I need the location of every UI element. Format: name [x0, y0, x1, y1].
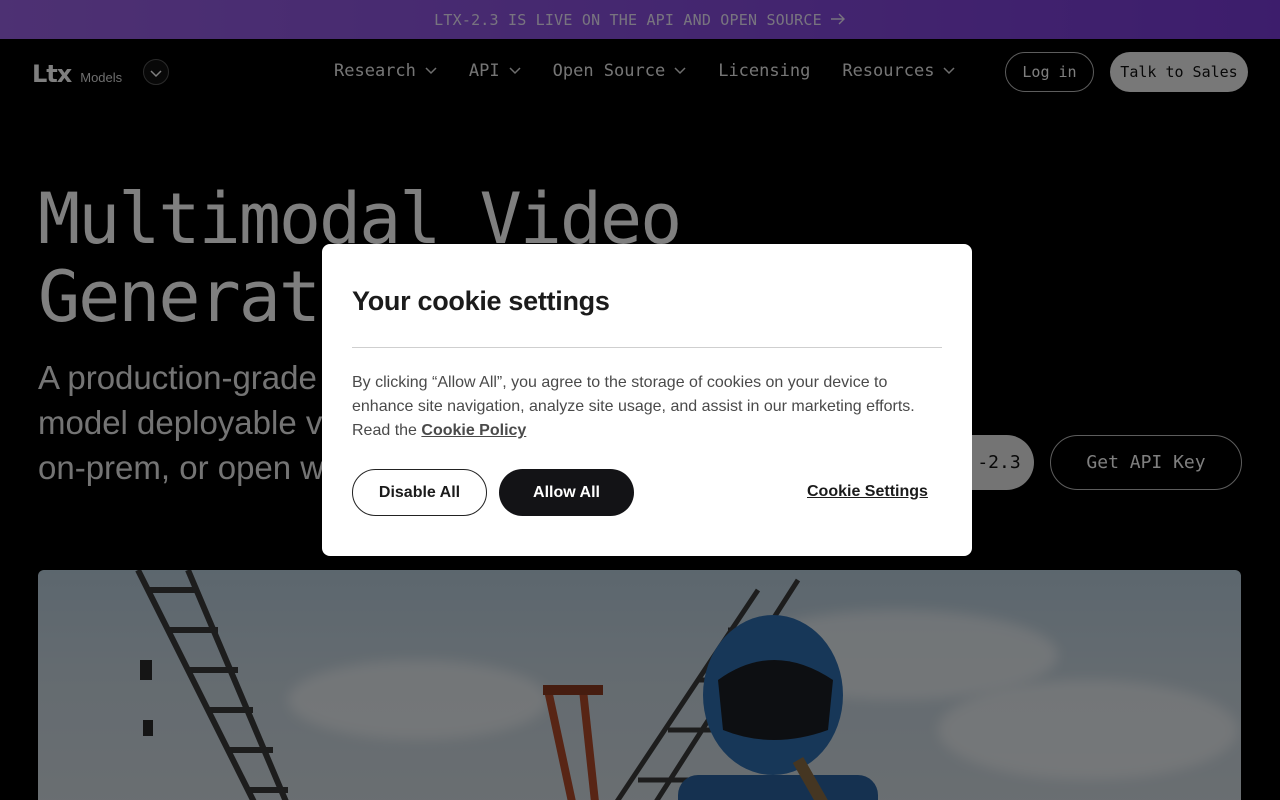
allow-all-button[interactable]: Allow All: [499, 469, 634, 516]
disable-all-button[interactable]: Disable All: [352, 469, 487, 516]
modal-divider: [352, 347, 942, 348]
cookie-settings-modal: Your cookie settings By clicking “Allow …: [322, 244, 972, 556]
cookie-policy-link[interactable]: Cookie Policy: [421, 422, 526, 439]
cookie-settings-link[interactable]: Cookie Settings: [807, 483, 928, 501]
modal-body: By clicking “Allow All”, you agree to th…: [352, 371, 942, 443]
modal-title: Your cookie settings: [352, 286, 610, 316]
